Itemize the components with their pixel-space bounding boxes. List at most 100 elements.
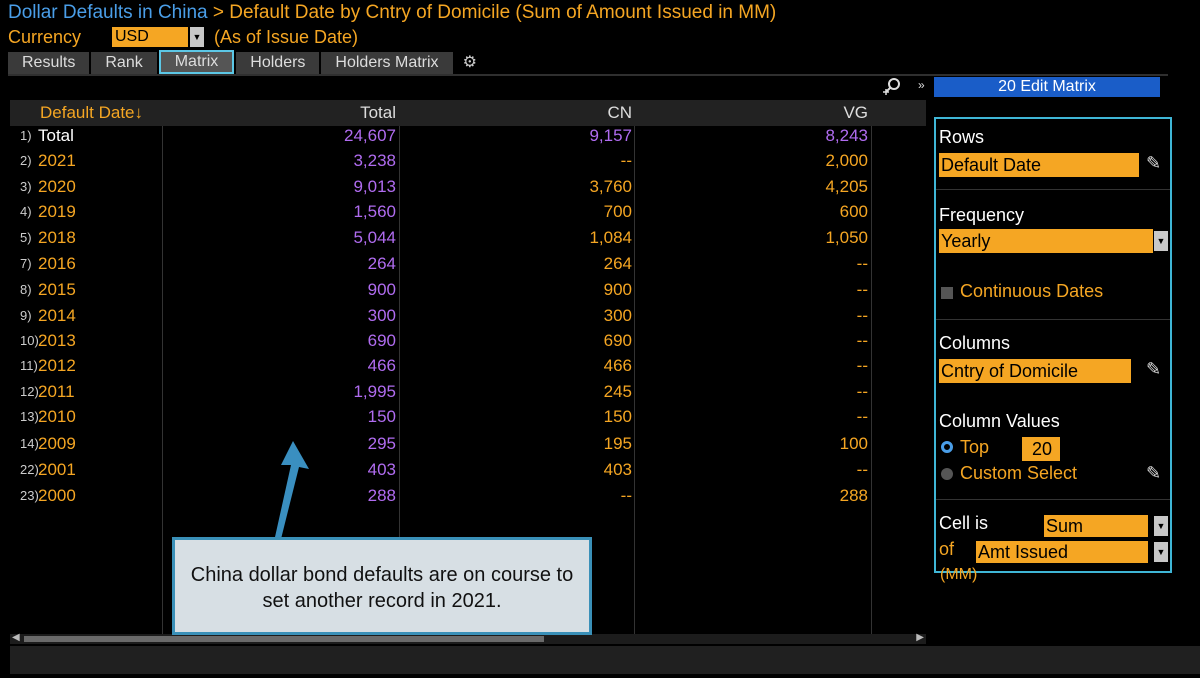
table-row[interactable]: 10) 2013 690 690 -- [10,331,926,356]
top-radio[interactable] [941,441,953,453]
cell-total: 24,607 [344,126,396,145]
cell-vg: -- [856,356,868,375]
table-row[interactable]: 22) 2001 403 403 -- [10,460,926,485]
tab-rank[interactable]: Rank [91,52,157,74]
matrix-settings-panel: Rows Default Date ✎ Frequency Yearly ▼ C… [934,117,1172,573]
row-number: 5) [20,230,32,245]
header-cn[interactable]: CN [607,100,632,126]
of-dropdown-icon[interactable]: ▼ [1154,542,1168,562]
cell-total: 264 [367,254,396,273]
cell-cn: 300 [603,306,632,325]
of-select[interactable]: Amt Issued [976,541,1148,563]
top-value-input[interactable]: 20 [1022,437,1060,461]
cell-vg: -- [856,407,868,426]
cell-is-select[interactable]: Sum [1044,515,1148,537]
row-date: 2001 [38,460,76,479]
panel-divider [936,319,1170,320]
cell-vg: 2,000 [825,151,868,170]
callout-text: China dollar bond defaults are on course… [190,564,574,612]
cell-cn: 245 [603,382,632,401]
table-row[interactable]: 13) 2010 150 150 -- [10,407,926,432]
table-row[interactable]: 14) 2009 295 195 100 [10,434,926,459]
tab-matrix[interactable]: Matrix [158,50,235,74]
cell-vg: 100 [839,434,868,453]
breadcrumb: Dollar Defaults in China > Default Date … [8,2,776,24]
tab-holders-matrix[interactable]: Holders Matrix [321,52,453,74]
zoom-search-icon[interactable] [880,76,906,96]
row-number: 12) [20,384,39,399]
gear-icon[interactable]: ⚙ [463,52,477,74]
cell-vg: -- [856,280,868,299]
callout-arrow [275,441,309,539]
cell-cn: 150 [603,407,632,426]
table-row[interactable]: 2) 2021 3,238 -- 2,000 [10,151,926,176]
tab-bar: Results Rank Matrix Holders Holders Matr… [8,50,477,74]
edit-matrix-button[interactable]: 20 Edit Matrix [934,77,1160,97]
currency-select[interactable]: USD [112,27,188,47]
cell-total: 1,560 [353,202,396,221]
frequency-select[interactable]: Yearly [939,229,1153,253]
cell-cn: 690 [603,331,632,350]
row-date: 2014 [38,306,76,325]
cell-cn: 900 [603,280,632,299]
header-default-date[interactable]: Default Date↓ [40,100,143,126]
table-row[interactable]: 3) 2020 9,013 3,760 4,205 [10,177,926,202]
cell-total: 900 [367,280,396,299]
row-number: 9) [20,308,32,323]
row-number: 4) [20,204,32,219]
horizontal-scrollbar[interactable]: ◀ ▶ [10,632,926,644]
breadcrumb-link[interactable]: Dollar Defaults in China [8,2,208,23]
cell-is-dropdown-icon[interactable]: ▼ [1154,516,1168,536]
pencil-icon[interactable]: ✎ [1146,359,1161,380]
cell-total: 150 [367,407,396,426]
currency-row: Currency USD ▼ (As of Issue Date) [8,26,358,48]
table-row[interactable]: 12) 2011 1,995 245 -- [10,382,926,407]
header-vg[interactable]: VG [843,100,868,126]
scrollbar-thumb[interactable] [24,636,544,642]
header-total[interactable]: Total [360,100,396,126]
cell-vg: -- [856,460,868,479]
pencil-icon[interactable]: ✎ [1146,153,1161,174]
cell-total: 9,013 [353,177,396,196]
table-row[interactable]: 8) 2015 900 900 -- [10,280,926,305]
annotation-callout: China dollar bond defaults are on course… [172,537,592,635]
row-date: 2000 [38,486,76,505]
row-number: 1) [20,128,32,143]
page-title: Default Date by Cntry of Domicile (Sum o… [229,2,777,23]
cell-total: 295 [367,434,396,453]
double-chevron-icon[interactable]: » [918,78,925,92]
cell-vg: -- [856,306,868,325]
columns-field[interactable]: Cntry of Domicile [939,359,1131,383]
table-row[interactable]: 5) 2018 5,044 1,084 1,050 [10,228,926,253]
cell-cn: 195 [603,434,632,453]
row-date: 2011 [38,382,75,401]
cell-is-label: Cell is [939,513,989,533]
scroll-right-icon[interactable]: ▶ [916,632,924,643]
row-date: 2019 [38,202,76,221]
table-row[interactable]: 11) 2012 466 466 -- [10,356,926,381]
row-number: 23) [20,488,39,503]
cell-vg: 1,050 [825,228,868,247]
tab-results[interactable]: Results [8,52,90,74]
scroll-left-icon[interactable]: ◀ [12,632,20,643]
pencil-icon[interactable]: ✎ [1146,463,1161,484]
table-row[interactable]: 1) Total 24,607 9,157 8,243 [10,126,926,151]
cell-cn: -- [620,486,632,505]
table-row[interactable]: 9) 2014 300 300 -- [10,306,926,331]
rows-field[interactable]: Default Date [939,153,1139,177]
table-row[interactable]: 23) 2000 288 -- 288 [10,486,926,511]
table-row[interactable]: 4) 2019 1,560 700 600 [10,202,926,227]
tab-holders[interactable]: Holders [236,52,320,74]
currency-note: (As of Issue Date) [214,26,359,47]
custom-select-radio[interactable] [941,468,953,480]
cell-total: 300 [367,306,396,325]
row-number: 14) [20,436,39,451]
continuous-dates-checkbox[interactable] [941,287,953,299]
row-number: 3) [20,179,32,194]
currency-dropdown-icon[interactable]: ▼ [190,27,204,47]
cell-cn: 9,157 [589,126,632,145]
column-values-label: Column Values [939,411,1060,431]
table-row[interactable]: 7) 2016 264 264 -- [10,254,926,279]
columns-label: Columns [939,333,1011,353]
frequency-dropdown-icon[interactable]: ▼ [1154,231,1168,251]
